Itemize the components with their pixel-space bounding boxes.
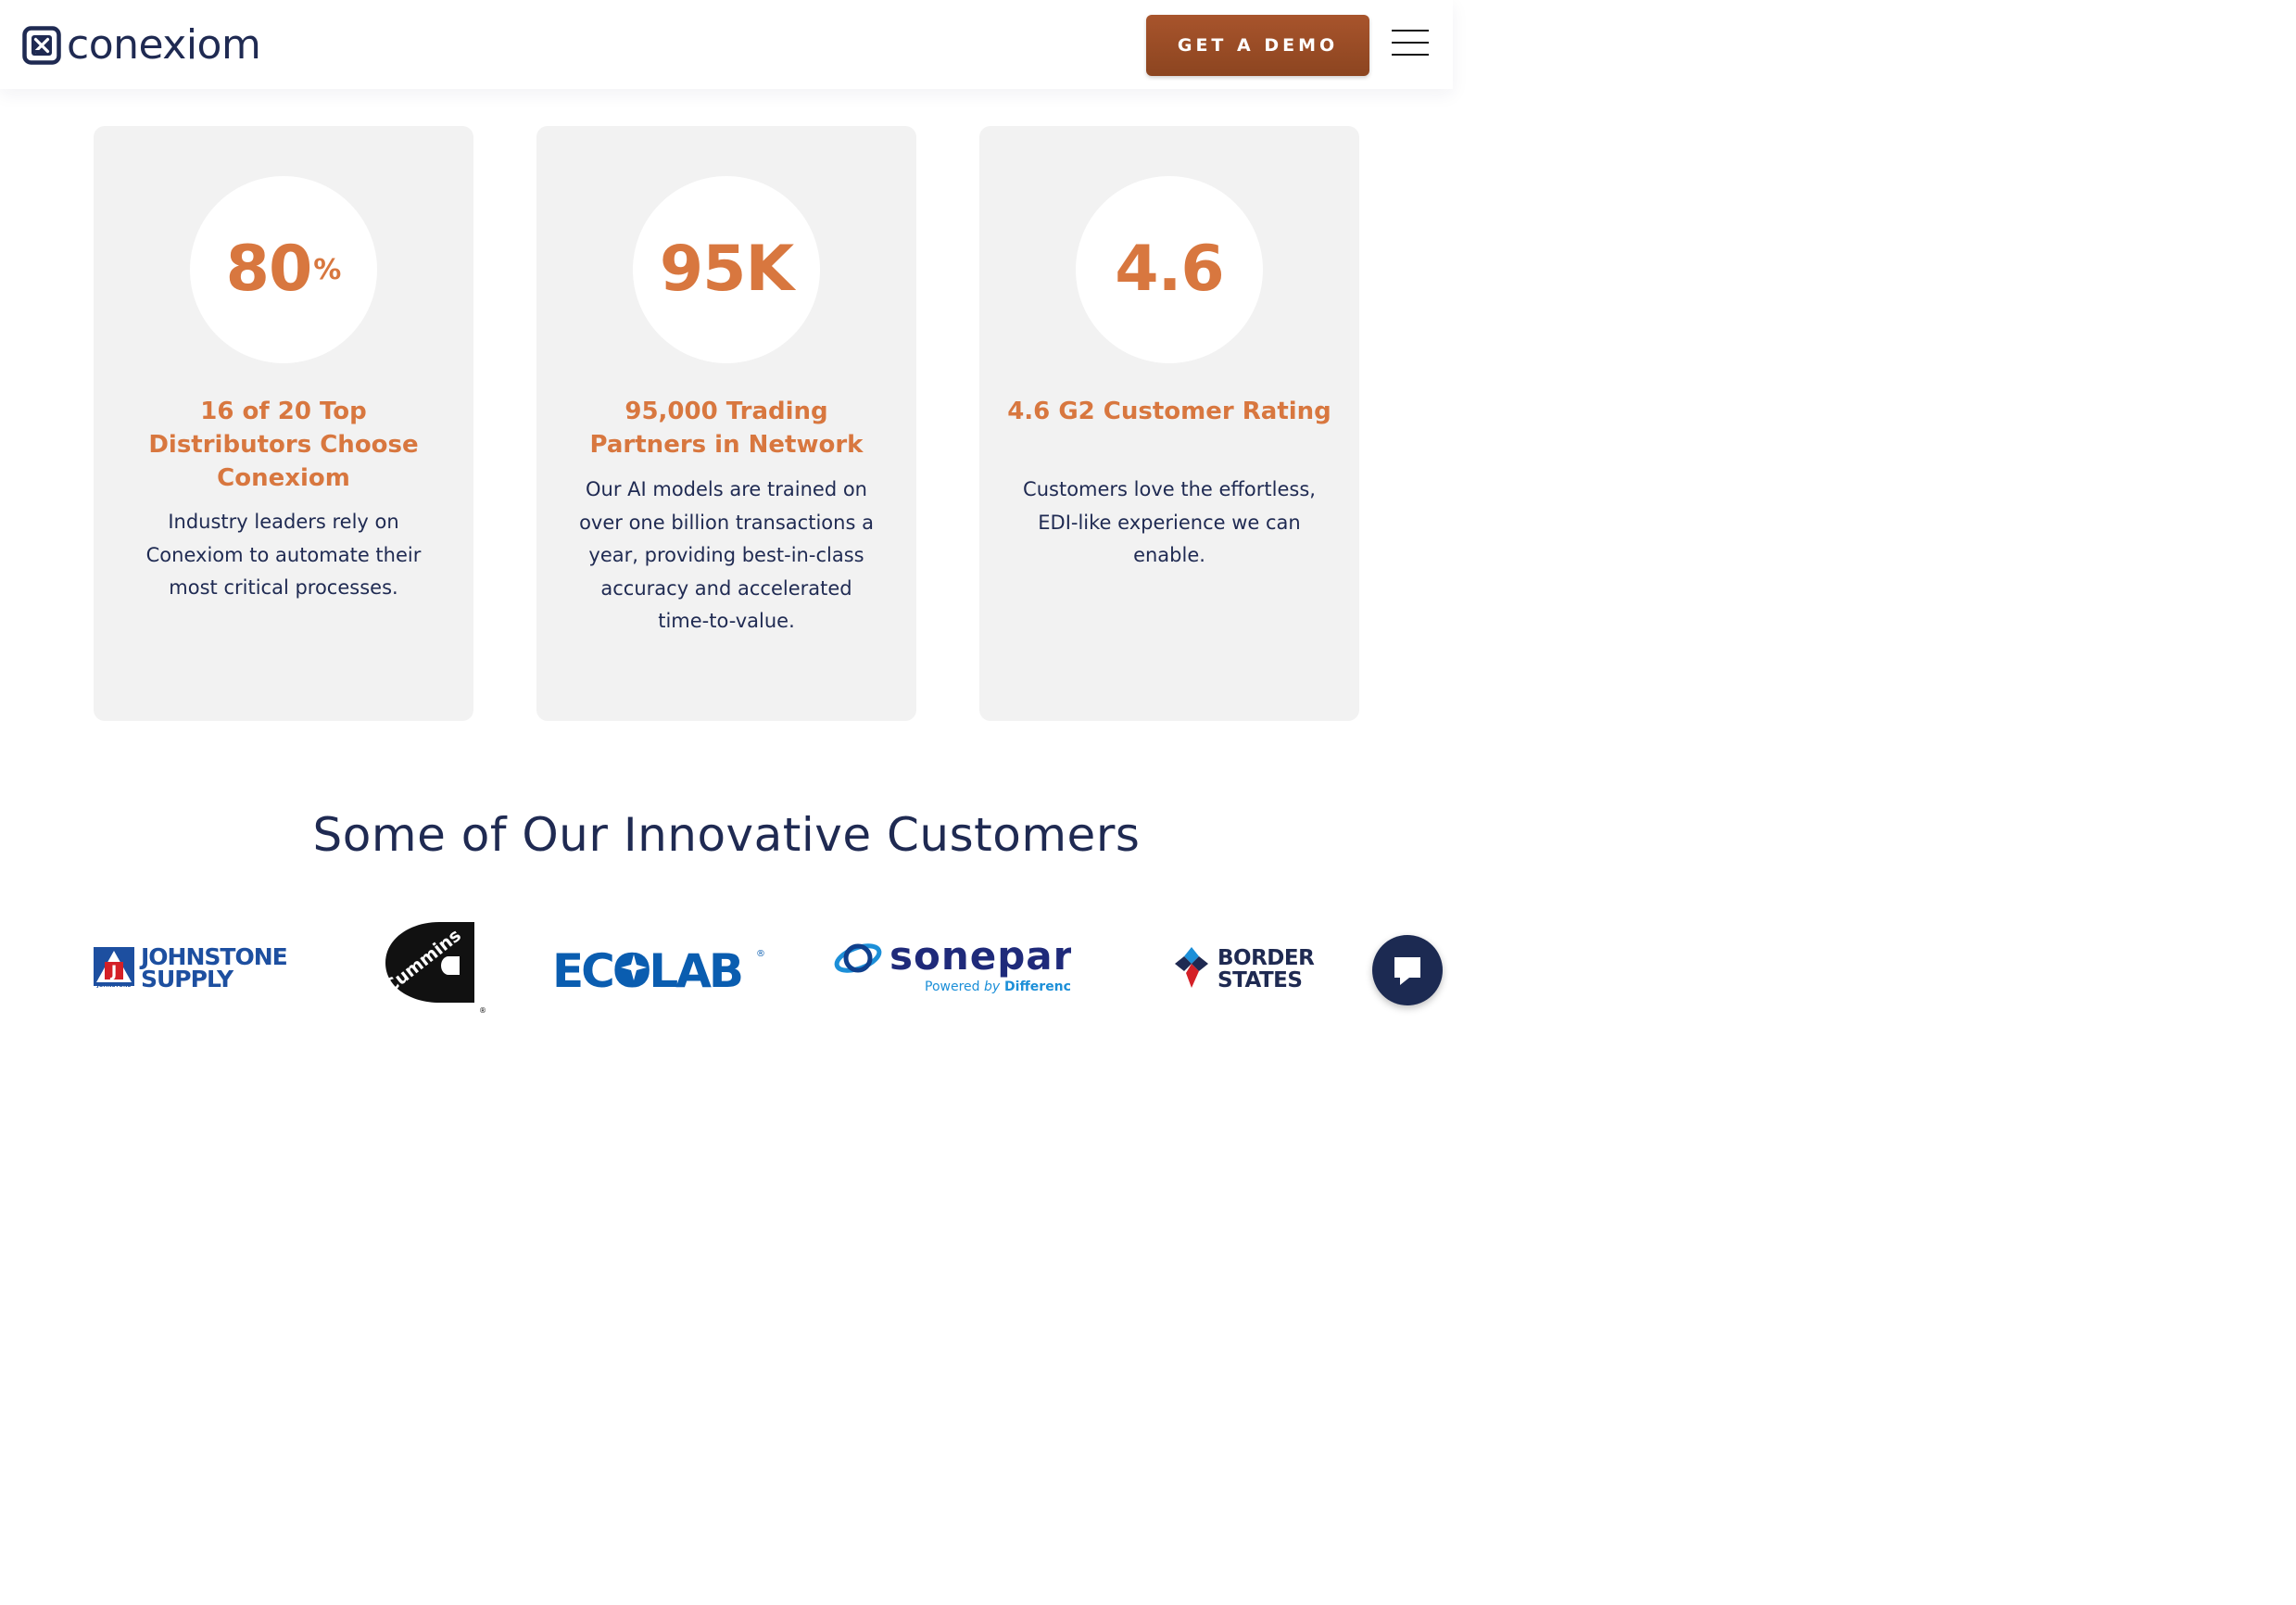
stat-circle: 95K — [633, 176, 820, 363]
stat-number: 80 — [225, 233, 313, 306]
chat-launcher-button[interactable] — [1372, 935, 1443, 1005]
ecolab-registered-mark: ® — [756, 949, 765, 959]
sonepar-swirl-icon — [834, 943, 882, 973]
cummins-logo[interactable]: Cummins ® — [384, 919, 486, 1016]
stat-number: 4.6 — [1115, 233, 1224, 306]
menu-line — [1392, 54, 1429, 56]
menu-line — [1392, 30, 1429, 32]
stat-description: Our AI models are trained on over one bi… — [579, 478, 874, 632]
sonepar-tagline-suffix: Difference — [1000, 979, 1071, 994]
sonepar-logo[interactable]: sonepar Powered by Difference — [834, 936, 1071, 995]
get-a-demo-button[interactable]: GET A DEMO — [1146, 15, 1369, 76]
chat-bubble-icon — [1394, 957, 1420, 985]
customers-heading: Some of Our Innovative Customers — [312, 808, 1141, 862]
border-states-logo[interactable]: BORDER STATES — [1171, 943, 1321, 992]
menu-line — [1392, 42, 1429, 44]
stat-card-g2-rating: 4.6 4.6 G2 Customer Rating Customers lov… — [979, 126, 1359, 721]
site-header: conexiom GET A DEMO — [0, 0, 1453, 89]
hamburger-menu-icon[interactable] — [1390, 28, 1431, 59]
cummins-registered-mark: ® — [479, 1006, 486, 1015]
stat-title: 16 of 20 Top Distributors Choose Conexio… — [148, 398, 419, 492]
stat-circle: 4.6 — [1076, 176, 1263, 363]
stat-title: 4.6 G2 Customer Rating — [1007, 398, 1331, 425]
stat-number: 95K — [659, 233, 794, 306]
stat-title: 95,000 Trading Partners in Network — [589, 398, 864, 459]
border-states-line1: BORDER — [1217, 946, 1315, 970]
conexiom-logo[interactable]: conexiom — [22, 21, 261, 69]
border-states-line2: STATES — [1217, 968, 1302, 992]
johnstone-badge-text: JOHNSTONE — [96, 983, 132, 989]
stat-suffix: % — [313, 253, 342, 286]
conexiom-x-logo-icon — [22, 26, 61, 65]
ecolab-logo[interactable]: ECOLAB ® — [552, 943, 767, 992]
stat-card-trading-partners: 95K 95,000 Trading Partners in Network O… — [536, 126, 916, 721]
stat-description: Customers love the effortless, EDI-like … — [1023, 478, 1316, 566]
sonepar-tagline-by: by — [984, 979, 1001, 994]
johnstone-line2: SUPPLY — [141, 966, 234, 990]
ecolab-sparkle-icon — [619, 953, 649, 982]
sonepar-tagline-prefix: Powered — [925, 979, 984, 994]
stat-circle: 80% — [190, 176, 377, 363]
stat-card-distributors: 80% 16 of 20 Top Distributors Choose Con… — [94, 126, 473, 721]
sonepar-wordmark: sonepar — [889, 936, 1071, 979]
svg-text:Powered by Difference: Powered by Difference — [925, 979, 1071, 994]
stat-description: Industry leaders rely on Conexiom to aut… — [145, 511, 422, 599]
logo-wordmark: conexiom — [67, 21, 261, 69]
johnstone-supply-logo[interactable]: J JOHNSTONE JOHNSTONE SUPPLY — [93, 943, 326, 990]
johnstone-badge-letter: J — [110, 963, 117, 981]
